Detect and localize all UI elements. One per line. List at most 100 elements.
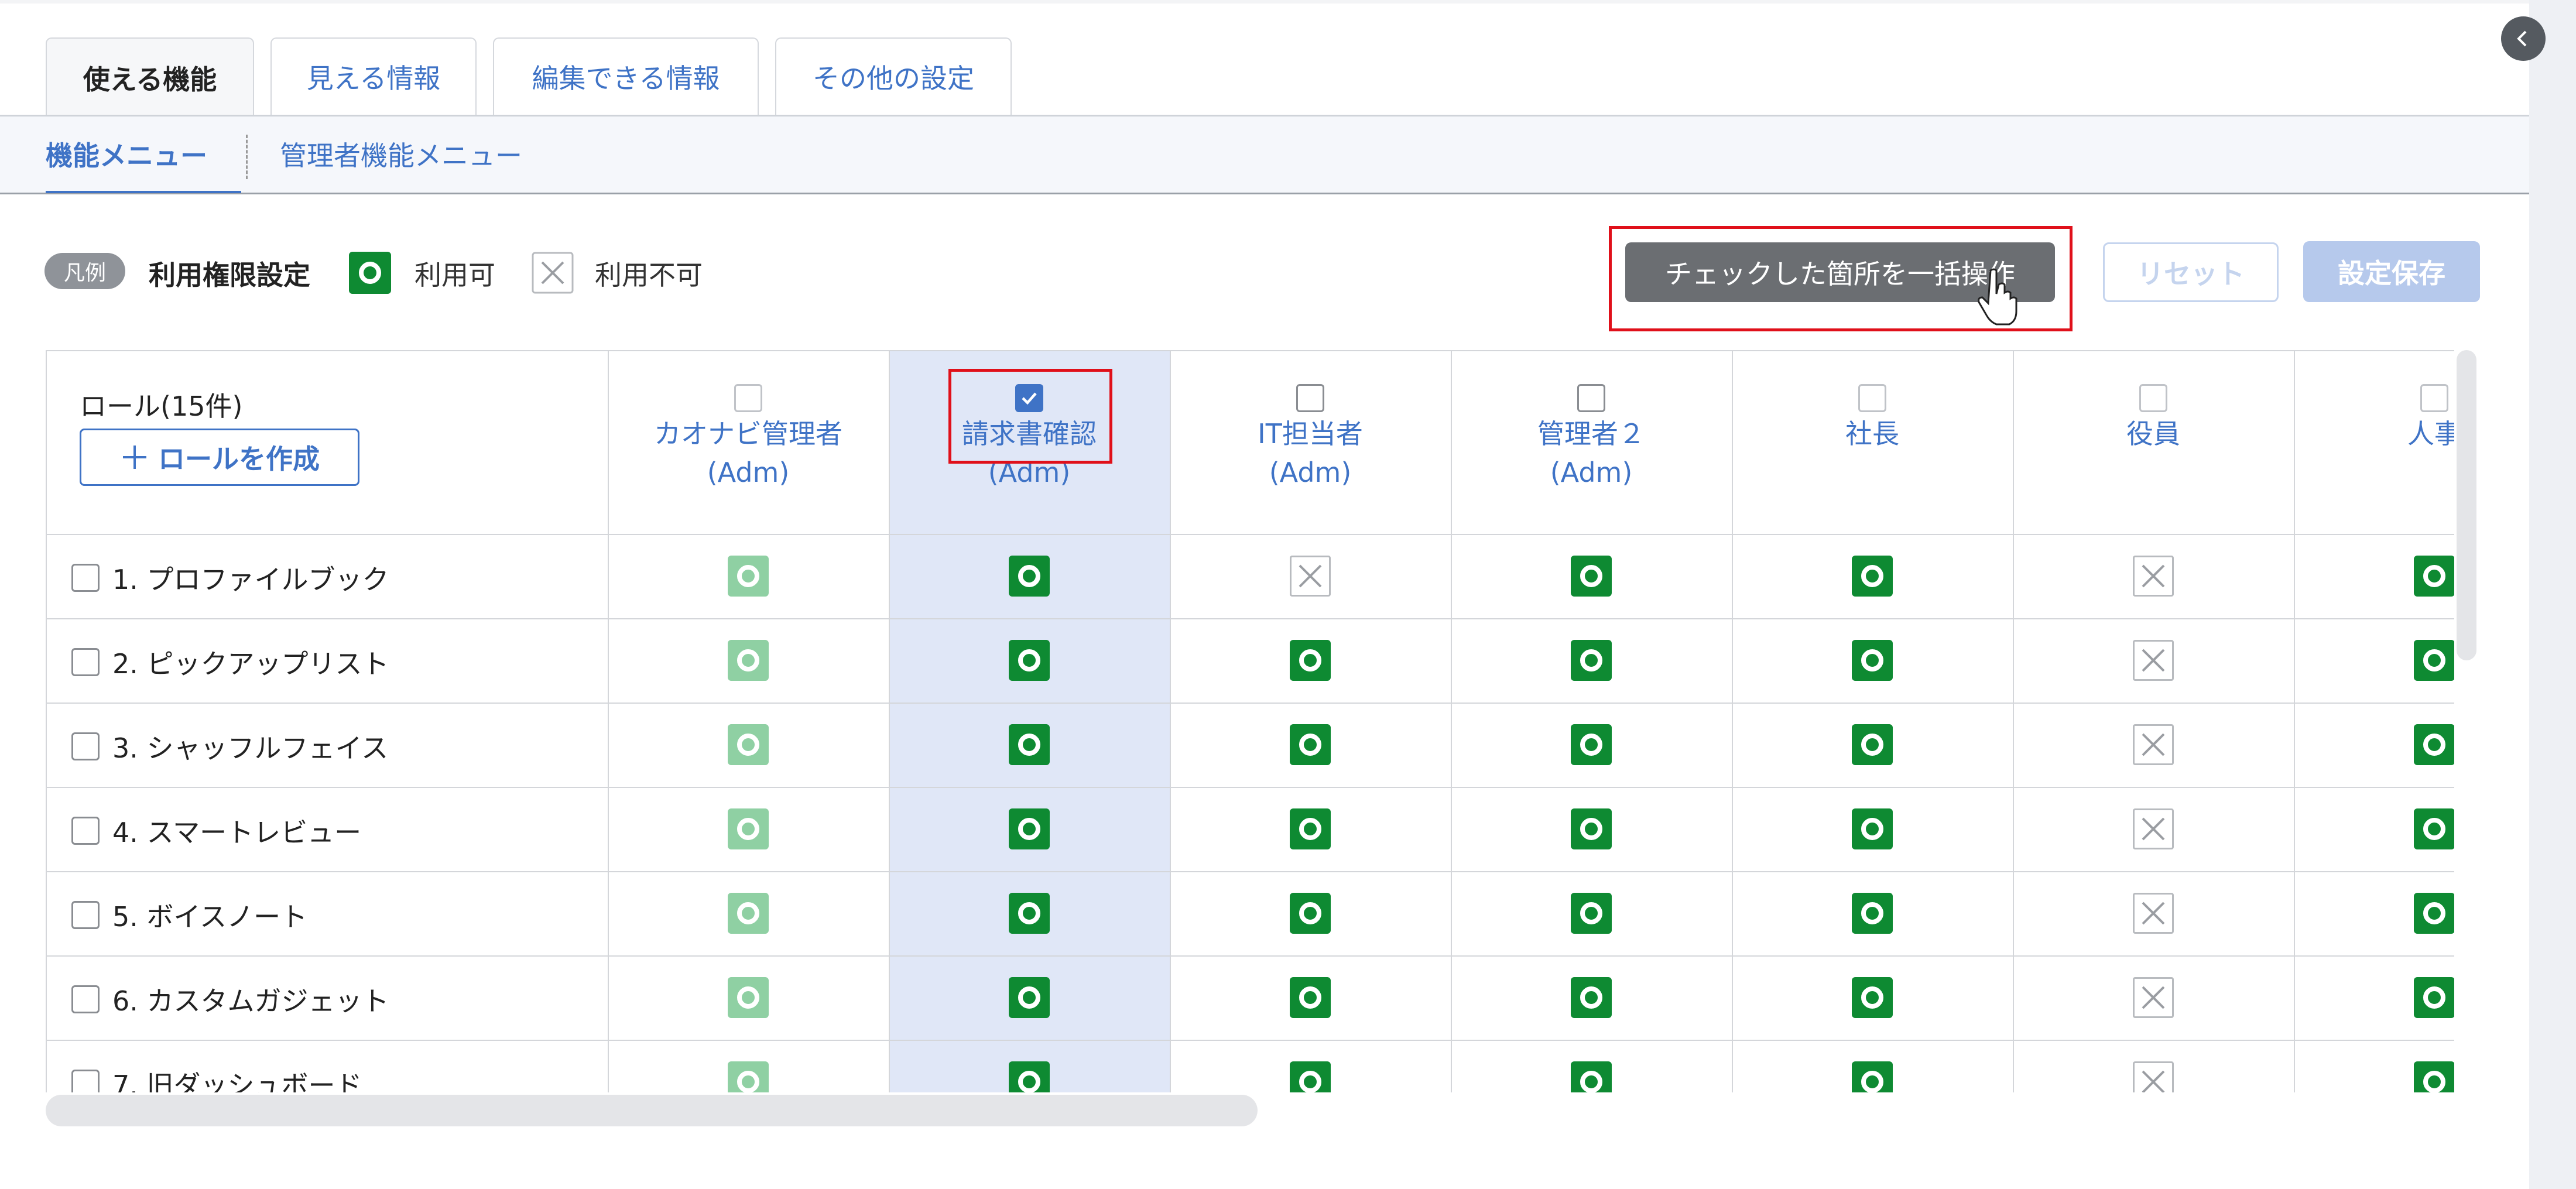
row-checkbox[interactable] bbox=[71, 901, 100, 929]
allowed-icon[interactable] bbox=[1852, 640, 1893, 681]
table-row[interactable]: 1. プロファイルブック bbox=[71, 558, 389, 597]
denied-icon[interactable] bbox=[1290, 556, 1331, 597]
allowed-icon[interactable] bbox=[1571, 640, 1612, 681]
allowed-icon[interactable] bbox=[2414, 808, 2454, 849]
allowed-icon[interactable] bbox=[1571, 724, 1612, 765]
table-row[interactable]: 4. スマートレビュー bbox=[71, 811, 361, 850]
allowed-icon[interactable] bbox=[1571, 556, 1612, 597]
allowed-icon[interactable] bbox=[1852, 893, 1893, 934]
table-row[interactable]: 2. ピックアップリスト bbox=[71, 643, 389, 681]
tab-features[interactable]: 使える機能 bbox=[46, 37, 254, 117]
row-checkbox[interactable] bbox=[71, 648, 100, 676]
row-checkbox[interactable] bbox=[71, 1070, 100, 1092]
column-sub: (Adm) bbox=[707, 457, 790, 488]
allowed-icon[interactable] bbox=[2414, 1061, 2454, 1092]
allowed-icon[interactable] bbox=[1009, 556, 1050, 597]
column-checkbox[interactable] bbox=[734, 384, 762, 412]
tab-other-settings[interactable]: その他の設定 bbox=[775, 37, 1012, 115]
collapse-panel-button[interactable] bbox=[2501, 16, 2546, 61]
column-header-executive[interactable]: 役員 bbox=[2013, 384, 2294, 453]
row-checkbox[interactable] bbox=[71, 817, 100, 845]
table-row[interactable]: 6. カスタムガジェット bbox=[71, 980, 389, 1019]
vertical-scrollbar[interactable] bbox=[2457, 350, 2476, 660]
allowed-icon bbox=[349, 252, 391, 294]
allowed-icon[interactable] bbox=[1009, 1061, 1050, 1092]
denied-icon[interactable] bbox=[2133, 808, 2174, 849]
column-header-it-staff[interactable]: IT担当者 (Adm) bbox=[1170, 384, 1451, 492]
column-checkbox[interactable] bbox=[1858, 384, 1886, 412]
submenu-feature-menu[interactable]: 機能メニュー bbox=[46, 135, 207, 173]
allowed-icon[interactable] bbox=[728, 808, 769, 849]
allowed-icon[interactable] bbox=[728, 556, 769, 597]
allowed-icon[interactable] bbox=[728, 1061, 769, 1092]
row-checkbox[interactable] bbox=[71, 985, 100, 1013]
allowed-icon[interactable] bbox=[2414, 977, 2454, 1018]
allowed-icon[interactable] bbox=[2414, 640, 2454, 681]
allowed-icon[interactable] bbox=[1009, 640, 1050, 681]
allowed-icon[interactable] bbox=[1852, 1061, 1893, 1092]
allowed-icon[interactable] bbox=[1009, 724, 1050, 765]
allowed-icon[interactable] bbox=[1571, 977, 1612, 1018]
row-divider bbox=[47, 955, 2454, 957]
allowed-icon[interactable] bbox=[1571, 893, 1612, 934]
allowed-icon[interactable] bbox=[728, 640, 769, 681]
row-label: 1. プロファイルブック bbox=[112, 564, 389, 595]
header-divider bbox=[47, 534, 2454, 535]
denied-icon[interactable] bbox=[2133, 556, 2174, 597]
column-checkbox[interactable] bbox=[1577, 384, 1605, 412]
column-checkbox[interactable] bbox=[1296, 384, 1324, 412]
denied-icon[interactable] bbox=[2133, 893, 2174, 934]
allowed-icon[interactable] bbox=[1290, 808, 1331, 849]
column-header-kaonavi-admin[interactable]: カオナビ管理者 (Adm) bbox=[608, 384, 889, 492]
denied-icon[interactable] bbox=[2133, 640, 2174, 681]
column-header-admin-2[interactable]: 管理者２ (Adm) bbox=[1451, 384, 1732, 492]
allowed-icon[interactable] bbox=[1290, 893, 1331, 934]
top-edge bbox=[0, 0, 2529, 4]
allowed-icon[interactable] bbox=[1290, 1061, 1331, 1092]
allowed-icon[interactable] bbox=[1571, 808, 1612, 849]
allowed-icon[interactable] bbox=[1852, 977, 1893, 1018]
column-header-hr[interactable]: 人事 bbox=[2294, 384, 2454, 453]
save-settings-button[interactable]: 設定保存 bbox=[2303, 241, 2480, 302]
denied-icon[interactable] bbox=[2133, 977, 2174, 1018]
allowed-icon[interactable] bbox=[728, 893, 769, 934]
legend-tag: 凡例 bbox=[44, 253, 125, 289]
column-checkbox[interactable] bbox=[2139, 384, 2167, 412]
denied-icon[interactable] bbox=[2133, 1061, 2174, 1092]
allowed-icon[interactable] bbox=[2414, 556, 2454, 597]
tab-editable-info[interactable]: 編集できる情報 bbox=[493, 37, 759, 115]
allowed-icon[interactable] bbox=[1009, 893, 1050, 934]
create-role-button[interactable]: ロールを作成 bbox=[80, 429, 359, 486]
allowed-icon[interactable] bbox=[2414, 724, 2454, 765]
chevron-left-icon bbox=[2517, 30, 2527, 47]
column-name: 役員 bbox=[2126, 418, 2180, 450]
row-divider bbox=[47, 618, 2454, 619]
allowed-icon[interactable] bbox=[1290, 977, 1331, 1018]
allowed-icon[interactable] bbox=[728, 724, 769, 765]
allowed-icon[interactable] bbox=[1009, 977, 1050, 1018]
row-checkbox[interactable] bbox=[71, 732, 100, 760]
allowed-icon[interactable] bbox=[1852, 808, 1893, 849]
reset-button[interactable]: リセット bbox=[2103, 242, 2279, 302]
allowed-icon[interactable] bbox=[1852, 556, 1893, 597]
submenu-admin-feature-menu[interactable]: 管理者機能メニュー bbox=[280, 135, 522, 173]
table-row[interactable]: 7. 旧ダッシュボード bbox=[71, 1064, 362, 1092]
column-name: 人事 bbox=[2407, 418, 2454, 450]
denied-icon[interactable] bbox=[2133, 724, 2174, 765]
row-label: 4. スマートレビュー bbox=[112, 817, 362, 848]
allowed-icon[interactable] bbox=[2414, 893, 2454, 934]
column-header-president[interactable]: 社長 bbox=[1732, 384, 2013, 453]
allowed-icon[interactable] bbox=[1290, 724, 1331, 765]
table-row[interactable]: 3. シャッフルフェイス bbox=[71, 727, 388, 766]
column-checkbox[interactable] bbox=[2420, 384, 2448, 412]
row-checkbox[interactable] bbox=[71, 564, 100, 592]
submenu-separator bbox=[246, 135, 248, 179]
allowed-icon[interactable] bbox=[1290, 640, 1331, 681]
allowed-icon[interactable] bbox=[1852, 724, 1893, 765]
allowed-icon[interactable] bbox=[1009, 808, 1050, 849]
allowed-icon[interactable] bbox=[728, 977, 769, 1018]
table-row[interactable]: 5. ボイスノート bbox=[71, 896, 307, 934]
horizontal-scrollbar[interactable] bbox=[46, 1095, 1258, 1126]
tab-visible-info[interactable]: 見える情報 bbox=[270, 37, 477, 115]
allowed-icon[interactable] bbox=[1571, 1061, 1612, 1092]
